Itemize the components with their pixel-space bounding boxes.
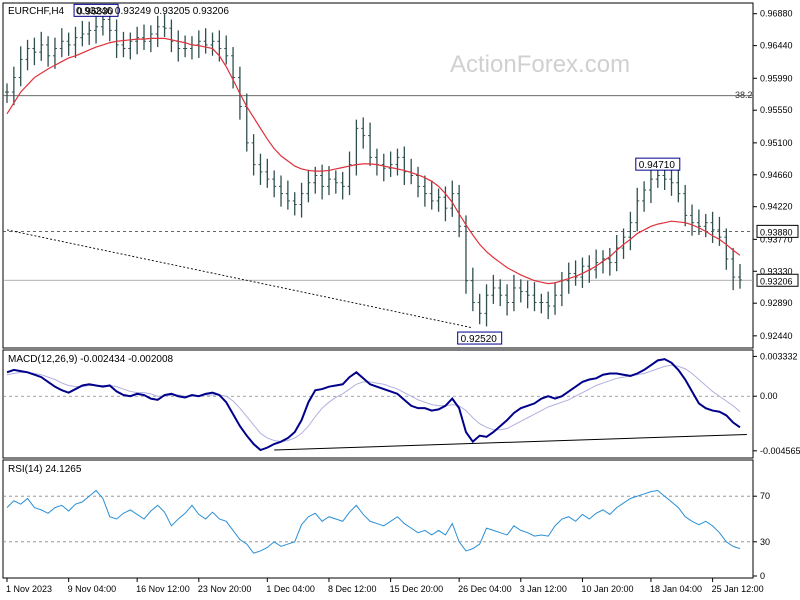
ohlc-readout: 0.93246 0.93249 0.93205 0.93206 — [76, 6, 229, 17]
price-y-tick-label: 0.96880 — [760, 9, 793, 19]
x-tick-label: 25 Jan 12:00 — [712, 584, 764, 594]
price-callout-label: 0.94710 — [639, 160, 676, 171]
x-tick-label: 10 Jan 20:00 — [581, 584, 633, 594]
rsi-y-tick-label: 0 — [760, 571, 765, 581]
price-y-tick-label: 0.92440 — [760, 331, 793, 341]
price-callout-label: 0.92520 — [461, 334, 498, 345]
x-tick-label: 16 Nov 12:00 — [136, 584, 190, 594]
macd-y-tick-label: -0.004565 — [760, 446, 800, 456]
price-y-tick-label: 0.95100 — [760, 138, 793, 148]
price-y-tick-label: 0.95990 — [760, 73, 793, 83]
rsi-label: RSI(14) 24.1265 — [8, 464, 82, 475]
watermark: ActionForex.com — [450, 51, 630, 78]
price-y-tick-label: 0.94660 — [760, 170, 793, 180]
x-tick-label: 9 Nov 04:00 — [68, 584, 117, 594]
x-tick-label: 15 Dec 20:00 — [390, 584, 444, 594]
price-y-tick-label: 0.94220 — [760, 202, 793, 212]
rsi-y-tick-label: 70 — [760, 491, 770, 501]
x-tick-label: 1 Nov 2023 — [6, 584, 52, 594]
fib-label: 38.2 — [735, 90, 753, 100]
macd-y-tick-label: 0.003332 — [760, 351, 798, 361]
price-y-tick-label: 0.92890 — [760, 298, 793, 308]
price-y-tick-label: 0.95550 — [760, 105, 793, 115]
x-tick-label: 26 Dec 04:00 — [458, 584, 512, 594]
price-y-tick-label: 0.96440 — [760, 41, 793, 51]
rsi-y-tick-label: 30 — [760, 537, 770, 547]
symbol-label: EURCHF,H4 — [8, 6, 65, 17]
x-tick-label: 3 Jan 12:00 — [520, 584, 567, 594]
macd-label: MACD(12,26,9) -0.002434 -0.002008 — [8, 354, 174, 365]
chart-svg: ActionForex.com 0.968300.925200.94710 EU… — [0, 0, 800, 600]
x-tick-label: 23 Nov 20:00 — [198, 584, 252, 594]
x-tick-label: 1 Dec 04:00 — [266, 584, 315, 594]
price-axis-box-label: 0.93206 — [760, 276, 793, 286]
price-axis-box-label: 0.93880 — [760, 227, 793, 237]
x-tick-label: 18 Jan 04:00 — [650, 584, 702, 594]
macd-y-tick-label: 0.00 — [760, 391, 778, 401]
x-tick-label: 8 Dec 12:00 — [328, 584, 377, 594]
